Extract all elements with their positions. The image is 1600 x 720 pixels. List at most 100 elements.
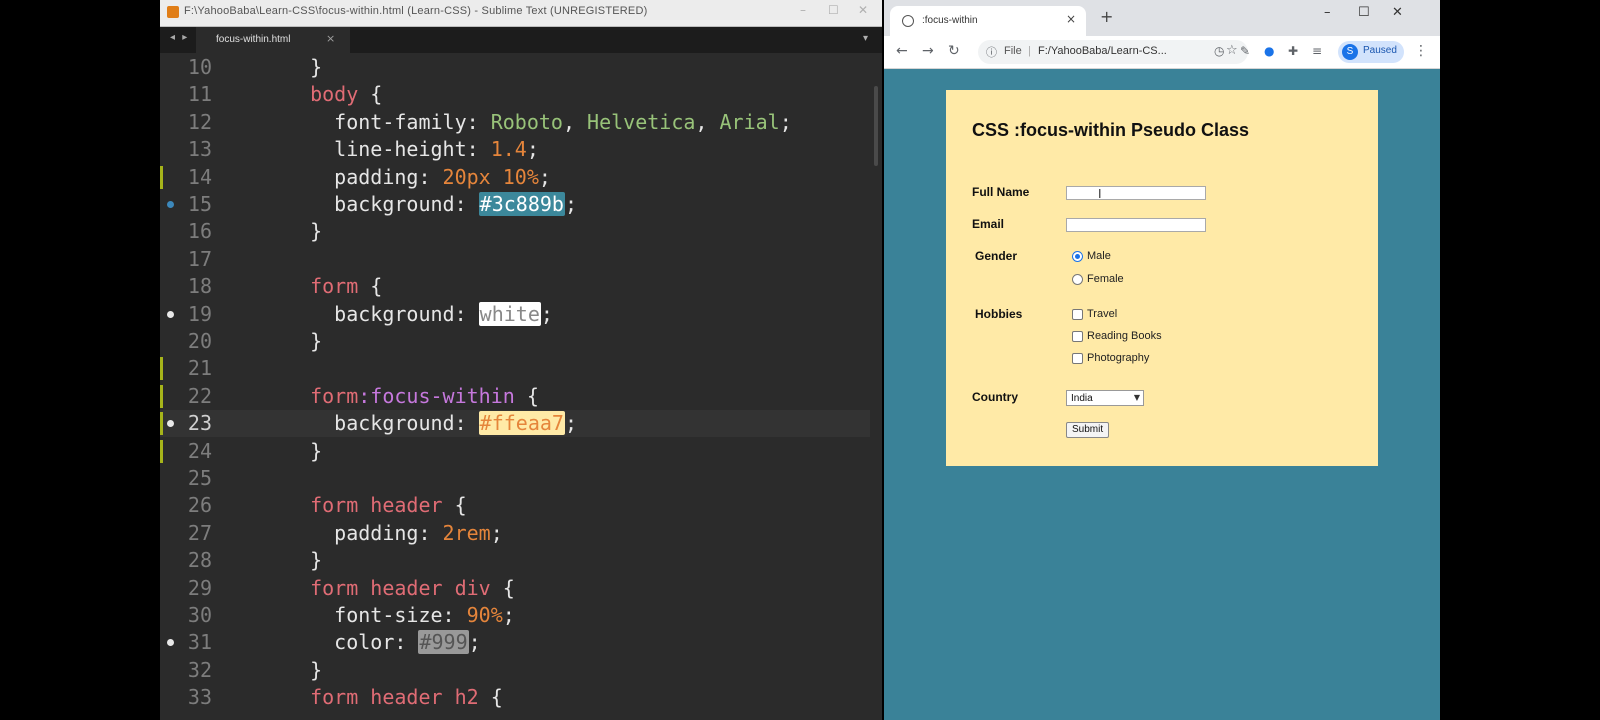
country-select[interactable]: India ▼: [1066, 390, 1144, 406]
email-input[interactable]: [1066, 218, 1206, 232]
back-arrow-icon[interactable]: ←: [896, 42, 908, 60]
bookmark-star-icon[interactable]: ☆: [1226, 43, 1238, 58]
line-number: 32: [187, 657, 212, 682]
forward-arrow-icon[interactable]: →: [922, 42, 934, 60]
line-number: 13: [187, 137, 212, 162]
browser-maximize-button[interactable]: ☐: [1358, 5, 1370, 20]
code-line[interactable]: 11 body {: [160, 81, 870, 108]
modified-line-marker: [160, 357, 163, 381]
reading-books-checkbox[interactable]: [1072, 331, 1083, 342]
code-line[interactable]: 16 }: [160, 218, 870, 245]
editor-scrollbar[interactable]: [874, 86, 878, 166]
address-bar[interactable]: ⓘ File | F:/YahooBaba/Learn-CS... ☆: [978, 40, 1248, 64]
code-token: ;: [538, 164, 551, 189]
code-token: {: [358, 82, 383, 107]
browser-minimize-button[interactable]: –: [1324, 5, 1331, 20]
editor-minimize-button[interactable]: –: [800, 3, 806, 17]
code-line[interactable]: 32 }: [160, 657, 870, 684]
chevron-down-icon: ▼: [1133, 393, 1140, 402]
code-line[interactable]: 27 padding: 2rem;: [160, 520, 870, 547]
tab-focus-within-html[interactable]: focus-within.html ×: [196, 27, 350, 53]
code-line[interactable]: 28 }: [160, 547, 870, 574]
form-title: CSS :focus-within Pseudo Class: [972, 120, 1250, 140]
code-line[interactable]: 25: [160, 465, 870, 492]
extension-icon[interactable]: ●: [1264, 42, 1274, 60]
code-editor-window: F:\YahooBaba\Learn-CSS\focus-within.html…: [160, 0, 882, 720]
code-line[interactable]: 29 form header div {: [160, 575, 870, 602]
tab-nav-arrows-icon[interactable]: ◂ ▸: [170, 32, 189, 43]
code-line[interactable]: 20 }: [160, 328, 870, 355]
code-area[interactable]: 10 } 11 body {12 font-family: Roboto, Hel…: [160, 54, 882, 720]
editor-window-title: F:\YahooBaba\Learn-CSS\focus-within.html…: [184, 5, 648, 17]
code-token: ,: [695, 109, 720, 134]
code-token: }: [286, 55, 323, 79]
travel-checkbox[interactable]: [1072, 309, 1083, 320]
modified-line-marker: [160, 165, 163, 189]
modified-line-marker: [160, 384, 163, 408]
code-text: background: #3c889b;: [286, 191, 577, 218]
code-token: form: [286, 274, 359, 299]
code-token: {: [442, 493, 467, 518]
code-line[interactable]: 18 form {: [160, 273, 870, 300]
puzzle-extensions-icon[interactable]: ✚: [1288, 42, 1298, 60]
code-line[interactable]: 22 form:focus-within {: [160, 383, 870, 410]
photography-checkbox[interactable]: [1072, 353, 1083, 364]
code-token: ,: [562, 109, 588, 134]
code-token: padding:: [286, 520, 443, 545]
tab-close-icon[interactable]: ×: [326, 32, 335, 45]
focus-within-form: CSS :focus-within Pseudo Class Full Name…: [946, 90, 1378, 466]
reading-list-icon[interactable]: ≡: [1312, 42, 1322, 60]
code-token: #999: [418, 630, 469, 655]
browser-close-button[interactable]: ✕: [1392, 5, 1403, 20]
editor-close-button[interactable]: ✕: [858, 3, 868, 17]
modified-line-marker: [160, 412, 163, 436]
reload-icon[interactable]: ↻: [948, 42, 960, 60]
line-number: 20: [187, 329, 212, 353]
code-line[interactable]: 23 background: #ffeaa7;: [160, 410, 870, 438]
code-line[interactable]: 10 }: [160, 54, 870, 81]
line-number: 28: [187, 548, 212, 573]
country-label: Country: [972, 390, 1018, 404]
code-line[interactable]: 17: [160, 246, 870, 273]
avatar: S: [1342, 44, 1358, 60]
history-icon[interactable]: ◷: [1214, 42, 1224, 60]
code-text: }: [286, 218, 322, 245]
code-text: background: #ffeaa7;: [286, 410, 577, 437]
code-line[interactable]: 24 }: [160, 438, 870, 465]
full-name-input[interactable]: [1066, 186, 1206, 200]
editor-maximize-button[interactable]: ☐: [828, 3, 839, 17]
eyedropper-icon[interactable]: ✎: [1240, 42, 1250, 60]
code-line[interactable]: 13 line-height: 1.4;: [160, 136, 870, 163]
text-cursor-icon: I: [1098, 187, 1102, 201]
code-text: line-height: 1.4;: [286, 136, 539, 163]
line-number: 15: [187, 192, 212, 216]
code-token: form header: [286, 493, 443, 518]
female-label: Female: [1087, 273, 1124, 285]
code-line[interactable]: 15 background: #3c889b;: [160, 191, 870, 218]
code-line[interactable]: 12 font-family: Roboto, Helvetica, Arial…: [160, 109, 870, 136]
new-tab-button[interactable]: +: [1100, 9, 1113, 25]
code-line[interactable]: 31 color: #999;: [160, 629, 870, 656]
code-token: #3c889b: [478, 192, 565, 216]
kebab-menu-icon[interactable]: ⋮: [1414, 42, 1428, 60]
tab-dropdown-icon[interactable]: ▾: [863, 33, 868, 44]
close-tab-icon[interactable]: ×: [1066, 12, 1076, 26]
profile-button[interactable]: S Paused: [1338, 41, 1404, 63]
code-line[interactable]: 19 background: white;: [160, 301, 870, 328]
code-text: padding: 2rem;: [286, 520, 503, 547]
male-radio[interactable]: [1072, 251, 1083, 262]
line-number: 10: [187, 55, 212, 79]
info-icon[interactable]: ⓘ: [986, 44, 997, 60]
code-line[interactable]: 33 form header h2 {: [160, 684, 870, 711]
submit-button[interactable]: Submit: [1066, 422, 1110, 438]
code-line[interactable]: 30 font-size: 90%;: [160, 602, 870, 629]
code-text: form header {: [286, 492, 467, 519]
female-radio[interactable]: [1072, 274, 1083, 285]
code-line[interactable]: 21: [160, 355, 870, 382]
code-line[interactable]: 14 padding: 20px 10%;: [160, 164, 870, 191]
full-name-label: Full Name: [972, 185, 1030, 199]
browser-tab-focus-within[interactable]: :focus-within ×: [890, 6, 1086, 36]
editor-titlebar: F:\YahooBaba\Learn-CSS\focus-within.html…: [160, 0, 882, 27]
code-token: body: [286, 82, 359, 107]
code-line[interactable]: 26 form header {: [160, 492, 870, 519]
